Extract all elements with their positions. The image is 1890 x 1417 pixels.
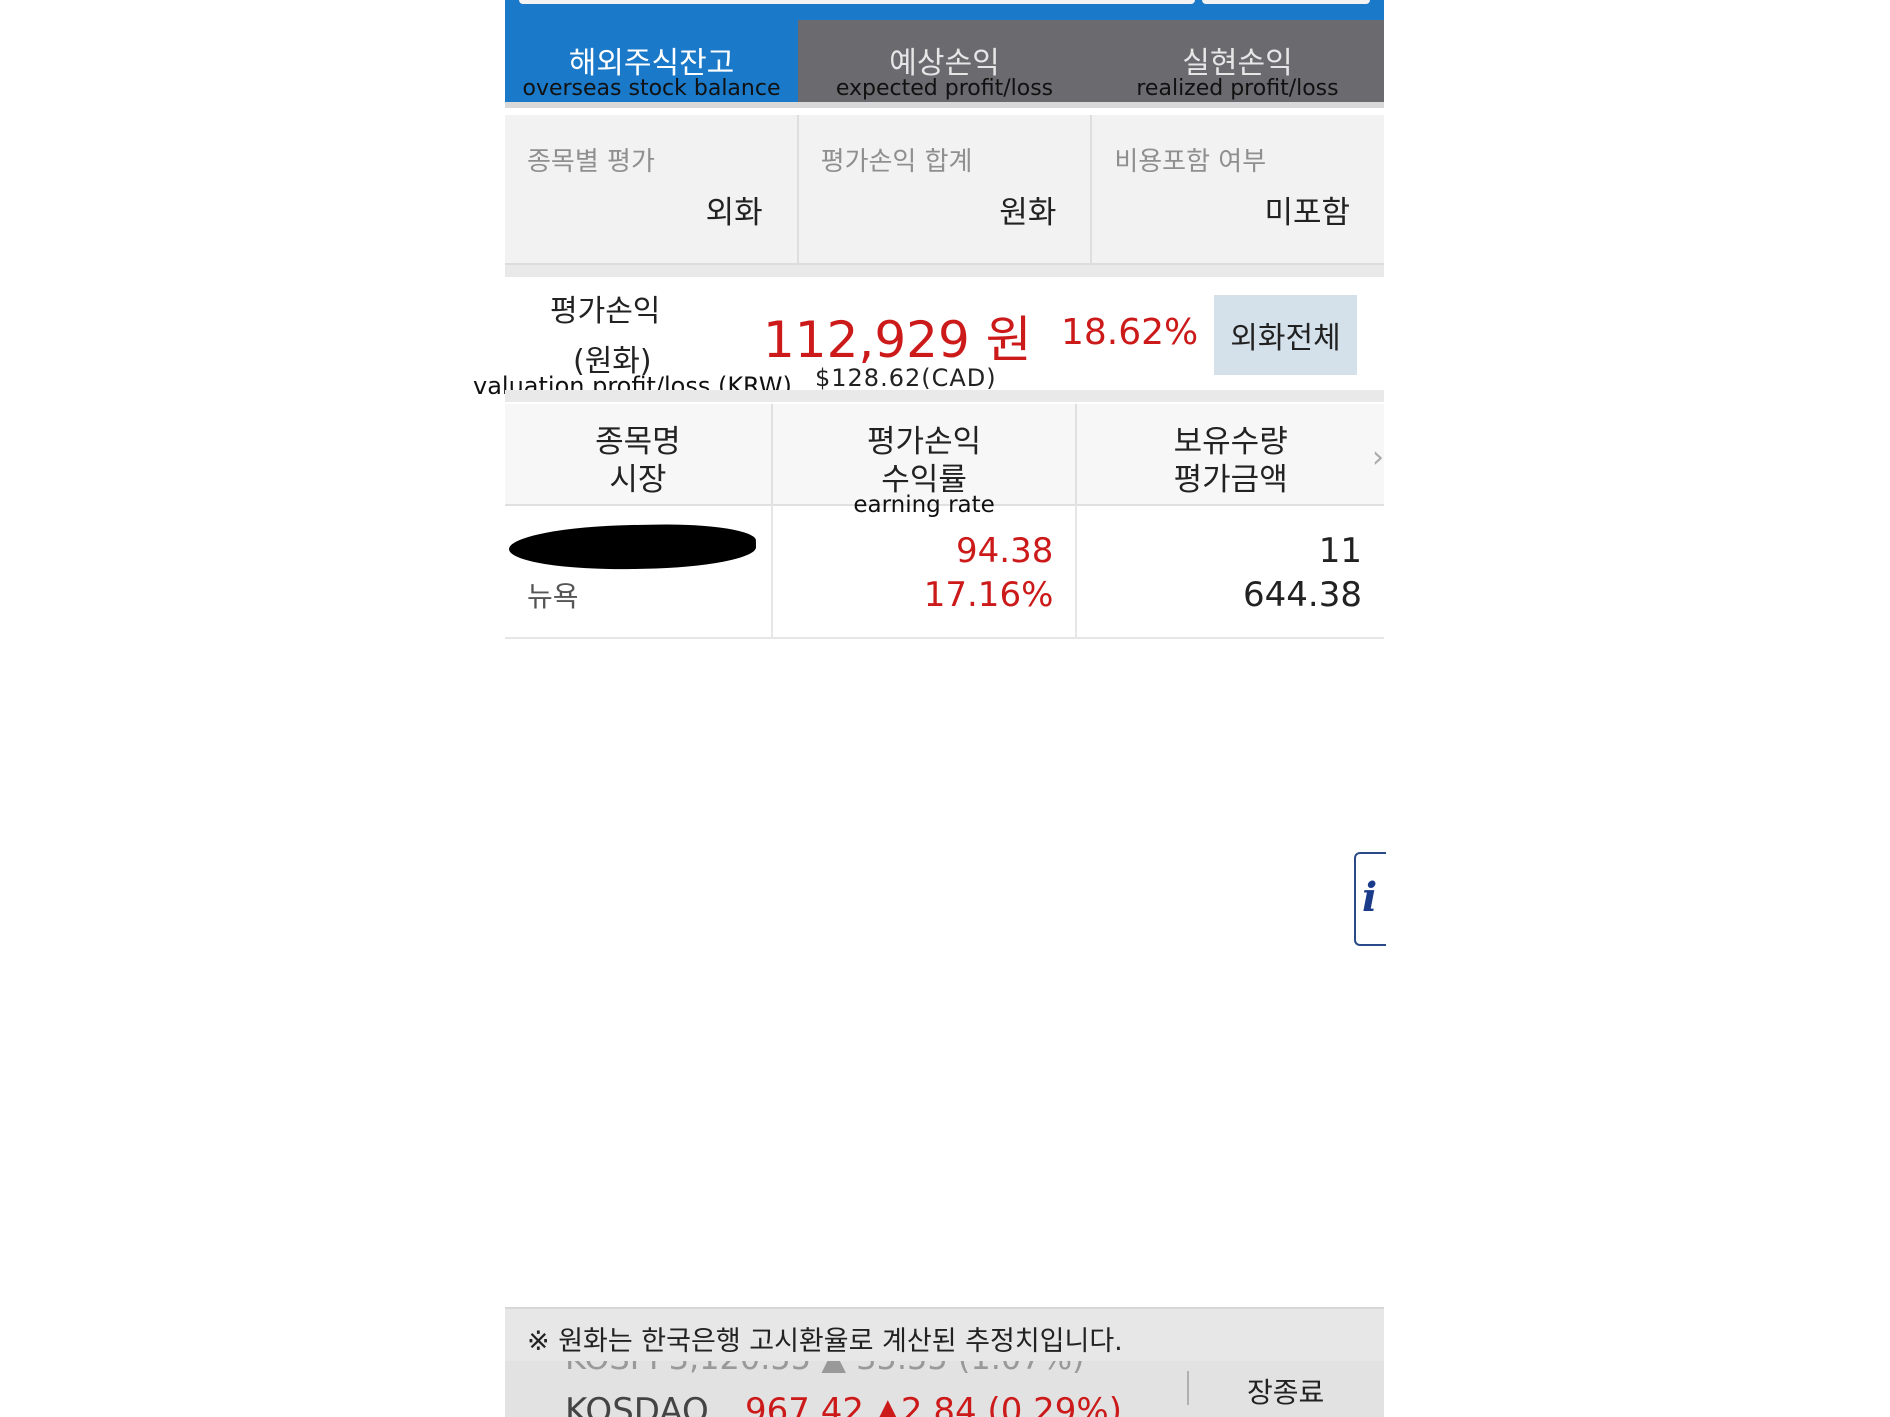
chevron-right-icon[interactable]: › bbox=[1372, 440, 1384, 475]
app-screen: 해외주식잔고 overseas stock balance 예상손익 expec… bbox=[473, 0, 1386, 1417]
account-selector[interactable] bbox=[519, 0, 1195, 4]
evaluation-value: 644.38 bbox=[1243, 575, 1362, 615]
info-button[interactable]: i bbox=[1354, 852, 1386, 946]
ticker-previous-line: KOSPI 3,120.55 ▲ 35.55 (1.07%) bbox=[565, 1361, 1085, 1377]
tab-overseas-stock-balance[interactable]: 해외주식잔고 overseas stock balance bbox=[505, 20, 798, 102]
holdings-table-header: 종목명 시장 평가손익 수익률 earning rate 보유수량 평가금액 › bbox=[505, 404, 1384, 518]
setting-value: 원화 bbox=[999, 195, 1057, 231]
tab-expected-profit-loss[interactable]: 예상손익 expected profit/loss bbox=[798, 20, 1091, 102]
stock-cell: 뉴욕 bbox=[505, 505, 773, 637]
foreign-currency-all-button[interactable]: 외화전체 bbox=[1214, 295, 1357, 375]
market-ticker[interactable]: KOSPI 3,120.55 ▲ 35.55 (1.07%) KOSDAQ 96… bbox=[505, 1361, 1384, 1417]
setting-label: 비용포함 여부 bbox=[1114, 147, 1267, 177]
setting-value: 외화 bbox=[705, 195, 763, 231]
ticker-index-value: 967.42 ▲2.84 (0.29%) bbox=[745, 1391, 1122, 1417]
info-icon: i bbox=[1362, 874, 1378, 921]
header-line: 시장 bbox=[609, 462, 667, 498]
divider bbox=[1187, 1371, 1189, 1405]
tab-caption: expected profit/loss bbox=[835, 76, 1054, 101]
tab-realized-profit-loss[interactable]: 실현손익 realized profit/loss bbox=[1091, 20, 1384, 102]
quantity-cell: 11 644.38 bbox=[1077, 505, 1384, 637]
setting-label: 평가손익 합계 bbox=[820, 147, 973, 177]
tab-bar: 해외주식잔고 overseas stock balance 예상손익 expec… bbox=[505, 20, 1384, 108]
divider bbox=[505, 265, 1384, 277]
profit-value: 94.38 bbox=[956, 531, 1054, 571]
search-bar-area bbox=[505, 0, 1384, 20]
column-header-quantity-value: 보유수량 평가금액 › bbox=[1077, 404, 1384, 504]
tab-caption: overseas stock balance bbox=[522, 76, 781, 101]
column-header-stock-market: 종목명 시장 bbox=[505, 404, 773, 504]
quantity-value: 11 bbox=[1318, 531, 1362, 571]
ticker-index-name: KOSDAQ bbox=[565, 1391, 709, 1417]
setting-include-fees[interactable]: 비용포함 여부 미포함 bbox=[1092, 115, 1384, 263]
summary-label: 평가손익 bbox=[550, 294, 661, 329]
redacted-stock-name bbox=[508, 522, 757, 572]
notice-text: ※ 원화는 한국은행 고시환율로 계산된 추정치입니다. bbox=[527, 1326, 1123, 1357]
market-name: 뉴욕 bbox=[527, 580, 579, 613]
valuation-amount-cad: $128.62(CAD) bbox=[815, 364, 997, 392]
lookup-button[interactable] bbox=[1202, 0, 1370, 4]
profit-cell: 94.38 17.16% bbox=[773, 505, 1078, 637]
valuation-amount: 112,929 원 bbox=[763, 311, 1032, 369]
column-header-profit-rate: 평가손익 수익률 earning rate bbox=[773, 404, 1078, 518]
table-row[interactable]: 뉴욕 94.38 17.16% 11 644.38 bbox=[505, 505, 1384, 639]
tab-caption: realized profit/loss bbox=[1136, 76, 1339, 101]
valuation-summary: 평가손익 (원화) valuation profit/loss (KRW) 11… bbox=[473, 278, 1384, 400]
setting-per-stock-evaluation[interactable]: 종목별 평가 외화 bbox=[505, 115, 799, 263]
evaluation-settings: 종목별 평가 외화 평가손익 합계 원화 비용포함 여부 미포함 bbox=[505, 115, 1384, 265]
header-line: 평가금액 bbox=[1173, 462, 1288, 498]
earning-rate-value: 17.16% bbox=[923, 575, 1054, 615]
setting-profit-total-currency[interactable]: 평가손익 합계 원화 bbox=[799, 115, 1093, 263]
exchange-rate-notice: ※ 원화는 한국은행 고시환율로 계산된 추정치입니다. bbox=[505, 1307, 1384, 1363]
divider bbox=[505, 390, 1384, 402]
valuation-rate: 18.62% bbox=[1061, 312, 1199, 353]
market-status: 장종료 bbox=[1247, 1376, 1325, 1409]
setting-value: 미포함 bbox=[1264, 195, 1351, 231]
setting-label: 종목별 평가 bbox=[527, 147, 655, 177]
